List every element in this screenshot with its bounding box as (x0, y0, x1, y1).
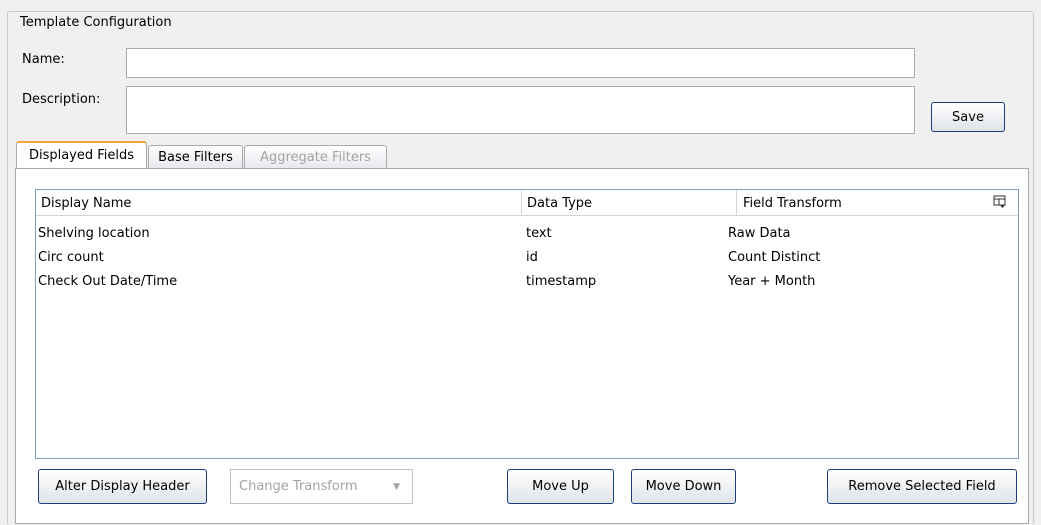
cell-field-transform: Year + Month (728, 274, 816, 289)
table-row[interactable]: Check Out Date/Time timestamp Year + Mon… (36, 272, 1018, 296)
column-header-data-type[interactable]: Data Type (527, 196, 592, 211)
column-header-display-name[interactable]: Display Name (41, 196, 131, 211)
cell-data-type: text (526, 226, 552, 241)
cell-field-transform: Count Distinct (728, 250, 821, 265)
column-picker-icon[interactable] (993, 195, 1006, 208)
alter-display-header-button[interactable]: Alter Display Header (38, 469, 207, 504)
move-up-button[interactable]: Move Up (507, 469, 614, 504)
column-divider[interactable] (521, 190, 522, 215)
group-legend: Template Configuration (17, 15, 177, 30)
cell-display-name: Shelving location (38, 226, 150, 241)
fields-table[interactable]: Display Name Data Type Field Transform S… (35, 189, 1019, 459)
tab-displayed-fields[interactable]: Displayed Fields (16, 141, 147, 168)
table-row[interactable]: Shelving location text Raw Data (36, 224, 1018, 248)
remove-selected-field-button[interactable]: Remove Selected Field (827, 469, 1017, 504)
move-down-button[interactable]: Move Down (631, 469, 736, 504)
column-divider[interactable] (736, 190, 737, 215)
tab-aggregate-filters[interactable]: Aggregate Filters (244, 145, 387, 168)
description-input[interactable] (126, 86, 915, 134)
save-button[interactable]: Save (931, 102, 1005, 132)
tab-base-filters[interactable]: Base Filters (148, 145, 243, 168)
table-header: Display Name Data Type Field Transform (36, 190, 1018, 216)
cell-data-type: timestamp (526, 274, 597, 289)
column-header-field-transform[interactable]: Field Transform (743, 196, 842, 211)
name-label: Name: (22, 52, 65, 67)
cell-field-transform: Raw Data (728, 226, 791, 241)
description-label: Description: (22, 92, 101, 107)
cell-data-type: id (526, 250, 538, 265)
table-row[interactable]: Circ count id Count Distinct (36, 248, 1018, 272)
cell-display-name: Check Out Date/Time (38, 274, 178, 289)
cell-display-name: Circ count (38, 250, 104, 265)
change-transform-dropdown[interactable]: Change Transform ▼ (230, 469, 413, 504)
change-transform-label: Change Transform (239, 479, 358, 494)
name-input[interactable] (126, 48, 915, 78)
chevron-down-icon: ▼ (393, 481, 400, 492)
